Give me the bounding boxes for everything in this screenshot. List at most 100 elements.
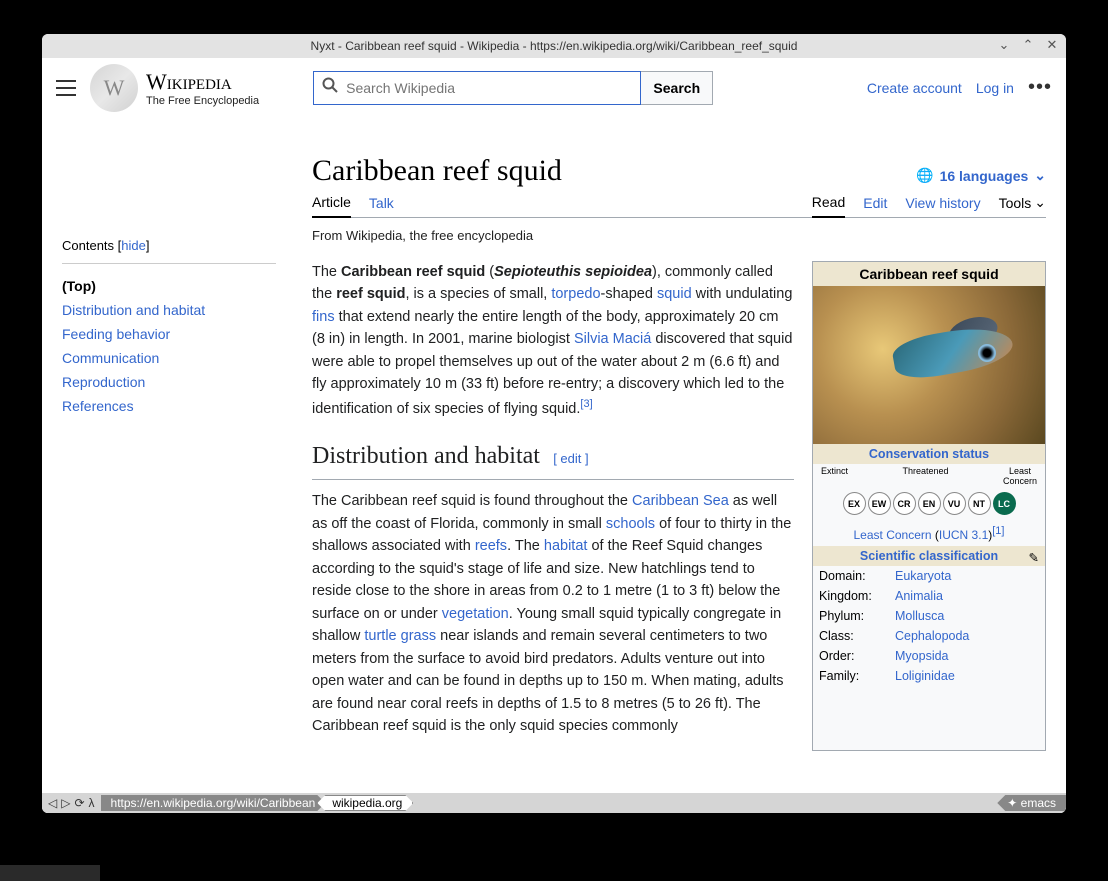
language-selector[interactable]: 🌐 16 languages ⌄ <box>916 167 1046 184</box>
translate-icon: 🌐 <box>916 167 933 184</box>
link-myopsida[interactable]: Myopsida <box>895 649 949 663</box>
conservation-status-header: Conservation status <box>813 444 1045 464</box>
create-account-link[interactable]: Create account <box>867 80 962 96</box>
link-cephalopoda[interactable]: Cephalopoda <box>895 629 969 643</box>
search-button[interactable]: Search <box>641 71 713 105</box>
page-title: Caribbean reef squid <box>312 154 562 188</box>
link-eukaryota[interactable]: Eukaryota <box>895 569 951 583</box>
iucn-vu: VU <box>943 492 966 515</box>
maximize-button[interactable]: ⌃ <box>1020 37 1036 53</box>
link-turtle-grass[interactable]: turtle grass <box>364 628 436 644</box>
taxon-kingdom: Kingdom:Animalia <box>813 586 1045 606</box>
menu-icon[interactable] <box>56 80 76 96</box>
iucn-nt: NT <box>968 492 991 515</box>
tab-edit[interactable]: Edit <box>863 195 887 217</box>
toc-item-references[interactable]: References <box>62 394 276 418</box>
page-tabs: Article Talk Read Edit View history Tool… <box>312 194 1046 218</box>
conservation-status-link[interactable]: Conservation status <box>869 447 989 461</box>
ref-3[interactable]: [3] <box>580 398 592 410</box>
language-count: 16 languages <box>940 168 1029 184</box>
classification-link[interactable]: Scientific classification <box>860 549 998 563</box>
close-button[interactable]: ✕ <box>1044 37 1060 53</box>
taxon-order: Order:Myopsida <box>813 646 1045 666</box>
edit-section-link[interactable]: edit <box>560 451 581 466</box>
least-concern-link[interactable]: Least Concern <box>854 528 932 542</box>
toc-item-top[interactable]: (Top) <box>62 274 276 298</box>
page-content[interactable]: Wikipedia The Free Encyclopedia Search C… <box>42 58 1066 813</box>
link-animalia[interactable]: Animalia <box>895 589 943 603</box>
domain-display[interactable]: wikipedia.org <box>317 795 413 811</box>
toc-item-feeding[interactable]: Feeding behavior <box>62 322 276 346</box>
search-icon <box>314 77 346 98</box>
iucn-en: EN <box>918 492 941 515</box>
toc-item-communication[interactable]: Communication <box>62 346 276 370</box>
link-macia[interactable]: Silvia Maciá <box>574 331 651 347</box>
link-torpedo[interactable]: torpedo <box>551 286 600 302</box>
mode-display[interactable]: ✦ emacs <box>997 795 1066 811</box>
nav-controls: ◁ ▷ ⟳ λ <box>42 796 101 810</box>
iucn-lc: LC <box>993 492 1016 515</box>
distribution-paragraph: The Caribbean reef squid is found throug… <box>312 490 794 737</box>
url-display[interactable]: https://en.wikipedia.org/wiki/Caribbean <box>101 795 326 811</box>
tab-talk[interactable]: Talk <box>369 195 394 217</box>
login-link[interactable]: Log in <box>976 80 1014 96</box>
taxon-phylum: Phylum:Mollusca <box>813 606 1045 626</box>
section-distribution: Distribution and habitat [ edit ] <box>312 438 794 480</box>
lead-paragraph: The Caribbean reef squid (Sepioteuthis s… <box>312 261 794 420</box>
link-caribbean-sea[interactable]: Caribbean Sea <box>632 493 729 509</box>
link-fins[interactable]: fins <box>312 309 335 325</box>
tools-menu[interactable]: Tools ⌄ <box>999 194 1046 217</box>
link-habitat[interactable]: habitat <box>544 538 588 554</box>
chevron-down-icon: ⌄ <box>1034 194 1046 211</box>
search-input[interactable] <box>346 80 640 96</box>
link-vegetation[interactable]: vegetation <box>442 606 509 622</box>
ref-1[interactable]: [1] <box>992 525 1004 537</box>
infobox-image[interactable] <box>813 286 1045 444</box>
infobox-title: Caribbean reef squid <box>813 262 1045 286</box>
taxon-class: Class:Cephalopoda <box>813 626 1045 646</box>
iucn-cr: CR <box>893 492 916 515</box>
iucn-labels: Extinct Threatened Least Concern <box>813 464 1045 486</box>
more-menu-icon[interactable]: ••• <box>1028 76 1052 99</box>
link-schools[interactable]: schools <box>606 516 655 532</box>
chevron-down-icon: ⌄ <box>1034 167 1046 184</box>
wikipedia-logo[interactable]: Wikipedia The Free Encyclopedia <box>90 64 259 112</box>
iucn-caption: Least Concern (IUCN 3.1)[1] <box>813 521 1045 546</box>
iucn-version-link[interactable]: IUCN 3.1 <box>939 528 988 542</box>
status-bar: ◁ ▷ ⟳ λ https://en.wikipedia.org/wiki/Ca… <box>42 793 1066 813</box>
lambda-button[interactable]: λ <box>89 796 95 810</box>
search-form: Search <box>313 71 713 105</box>
wiki-header: Wikipedia The Free Encyclopedia Search C… <box>42 58 1066 118</box>
window-title: Nyxt - Caribbean reef squid - Wikipedia … <box>311 39 798 53</box>
article-main: Caribbean reef squid 🌐 16 languages ⌄ Ar… <box>276 118 1046 751</box>
taskbar-tab[interactable] <box>0 865 100 881</box>
classification-header: Scientific classification ✎ <box>813 546 1045 566</box>
tab-read[interactable]: Read <box>812 194 845 218</box>
taxon-domain: Domain:Eukaryota <box>813 566 1045 586</box>
article-body: The Caribbean reef squid (Sepioteuthis s… <box>312 261 794 751</box>
iucn-scale: EX EW CR EN VU NT LC <box>813 486 1045 521</box>
browser-window: Nyxt - Caribbean reef squid - Wikipedia … <box>42 34 1066 813</box>
link-squid[interactable]: squid <box>657 286 692 302</box>
toc-label: Contents <box>62 238 114 253</box>
back-button[interactable]: ◁ <box>48 796 57 810</box>
link-mollusca[interactable]: Mollusca <box>895 609 944 623</box>
infobox: Caribbean reef squid Conservation status… <box>812 261 1046 751</box>
tab-article[interactable]: Article <box>312 194 351 218</box>
window-titlebar: Nyxt - Caribbean reef squid - Wikipedia … <box>42 34 1066 58</box>
logo-title: Wikipedia <box>146 69 259 95</box>
toc-item-distribution[interactable]: Distribution and habitat <box>62 298 276 322</box>
iucn-ex: EX <box>843 492 866 515</box>
edit-icon[interactable]: ✎ <box>1029 550 1039 565</box>
table-of-contents: Contents [hide] (Top) Distribution and h… <box>62 118 276 751</box>
iucn-ew: EW <box>868 492 891 515</box>
forward-button[interactable]: ▷ <box>61 796 70 810</box>
tab-history[interactable]: View history <box>905 195 980 217</box>
toc-hide-button[interactable]: hide <box>121 238 146 253</box>
minimize-button[interactable]: ⌄ <box>996 37 1012 53</box>
article-subline: From Wikipedia, the free encyclopedia <box>312 228 1046 243</box>
link-loliginidae[interactable]: Loliginidae <box>895 669 955 683</box>
reload-button[interactable]: ⟳ <box>74 796 84 810</box>
toc-item-reproduction[interactable]: Reproduction <box>62 370 276 394</box>
link-reefs[interactable]: reefs <box>475 538 507 554</box>
